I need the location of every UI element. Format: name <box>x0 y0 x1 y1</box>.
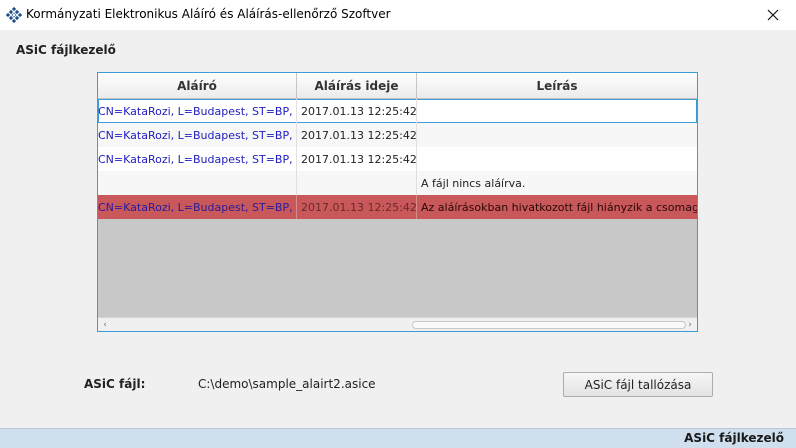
signer-cell <box>98 171 297 195</box>
scrollbar-thumb[interactable] <box>412 321 686 329</box>
signer-cell: CN=KataRozi, L=Budapest, ST=BP, C=HU, EM… <box>98 99 297 123</box>
status-text: ASiC fájlkezelő <box>684 431 784 445</box>
signing-time-cell <box>297 171 417 195</box>
asic-file-label: ASiC fájl: <box>84 377 146 391</box>
description-cell: Az aláírásokban hivatkozott fájl hiányzi… <box>421 200 697 214</box>
signer-cell: CN=KataRozi, L=Budapest, ST=BP, C=HU, EM… <box>98 147 297 171</box>
column-header-signing-time[interactable]: Aláírás ideje <box>297 73 417 99</box>
browse-asic-file-button[interactable]: ASiC fájl tallózása <box>563 372 713 397</box>
description-cell: A fájl nincs aláírva. <box>421 176 526 190</box>
close-button[interactable] <box>750 0 796 30</box>
table-row[interactable]: CN=KataRozi, L=Budapest, ST=BP, C=HU, EM… <box>98 99 697 123</box>
description-cell <box>417 123 697 147</box>
chevron-right-icon[interactable]: › <box>683 318 697 331</box>
table-row-error[interactable]: CN=KataRozi, L=Budapest, ST=BP, C=HU, EM… <box>98 195 697 219</box>
table-row[interactable]: CN=KataRozi, L=Budapest, ST=BP, C=HU, EM… <box>98 123 697 147</box>
table-header: Aláíró Aláírás ideje Leírás <box>98 73 697 99</box>
signatures-table: Aláíró Aláírás ideje Leírás CN=KataRozi,… <box>97 72 698 332</box>
chevron-left-icon[interactable]: ‹ <box>98 318 112 331</box>
horizontal-scrollbar[interactable]: ‹ › <box>98 317 697 331</box>
asic-file-path: C:\demo\sample_alairt2.asice <box>198 377 376 391</box>
status-bar: ASiC fájlkezelő <box>0 428 796 448</box>
signing-time-cell: 2017.01.13 12:25:42 <box>297 99 417 123</box>
title-bar: Kormányzati Elektronikus Aláíró és Aláír… <box>0 0 796 30</box>
signing-time-cell: 2017.01.13 12:25:42 <box>297 147 417 171</box>
table-row[interactable]: CN=KataRozi, L=Budapest, ST=BP, C=HU, EM… <box>98 147 697 171</box>
description-cell <box>417 147 697 171</box>
column-header-signer[interactable]: Aláíró <box>98 73 297 99</box>
table-row[interactable]: A fájl nincs aláírva. <box>98 171 697 195</box>
column-header-description[interactable]: Leírás <box>417 73 697 99</box>
window-title: Kormányzati Elektronikus Aláíró és Aláír… <box>26 7 391 21</box>
signing-time-cell: 2017.01.13 12:25:42 <box>297 195 417 219</box>
signing-time-cell: 2017.01.13 12:25:42 <box>297 123 417 147</box>
signer-cell: CN=KataRozi, L=Budapest, ST=BP, C=HU, EM… <box>98 195 297 219</box>
app-logo-icon <box>6 7 22 23</box>
close-icon <box>767 9 779 21</box>
signer-cell: CN=KataRozi, L=Budapest, ST=BP, C=HU, EM… <box>98 123 297 147</box>
description-cell <box>417 99 697 123</box>
section-title: ASiC fájlkezelő <box>16 43 116 57</box>
